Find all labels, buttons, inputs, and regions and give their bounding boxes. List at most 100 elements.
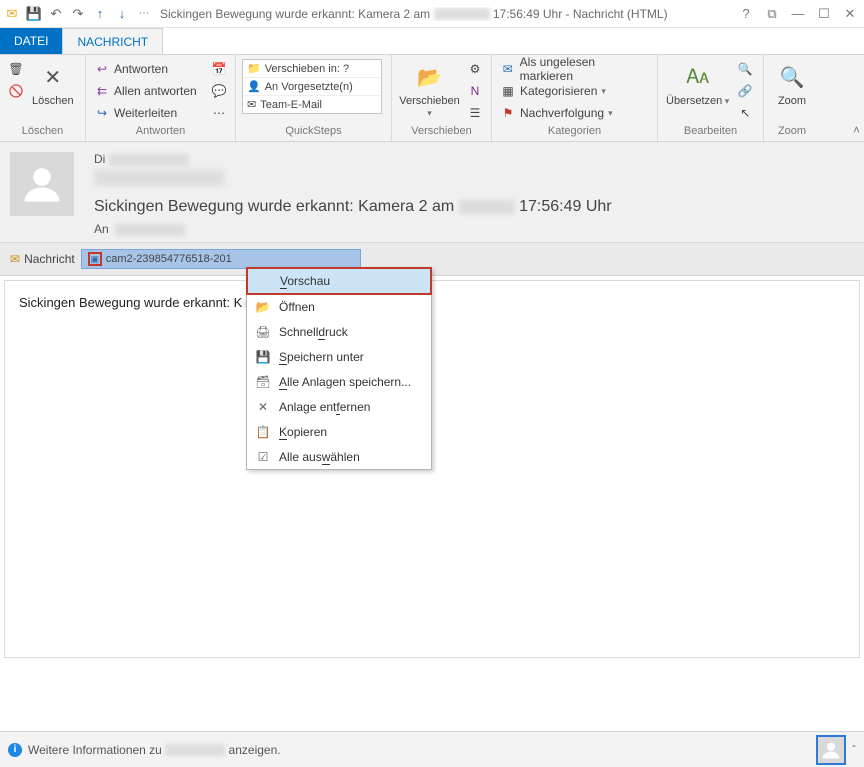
save-icon[interactable]: 💾: [24, 4, 44, 24]
close-button[interactable]: ✕: [838, 4, 862, 24]
junk-button[interactable]: 🚫: [6, 81, 26, 101]
quickstep-move[interactable]: 📁Verschieben in: ?: [243, 60, 381, 78]
attachment-tab[interactable]: ✉Nachricht: [10, 252, 75, 266]
move-folder-icon: 📂: [414, 61, 446, 93]
window-title: Sickingen Bewegung wurde erkannt: Kamera…: [154, 7, 734, 21]
forward-button[interactable]: ↪Weiterleiten: [92, 103, 205, 123]
ribbon-collapse-icon[interactable]: ˄: [853, 123, 860, 137]
ctx-save-all[interactable]: 🗃Alle Anlagen speichern...: [247, 369, 431, 394]
qat-more-icon[interactable]: ⋯: [134, 4, 154, 24]
select-button[interactable]: ↖: [735, 103, 755, 123]
cursor-icon: ↖: [737, 105, 753, 121]
group-tags: ✉Als ungelesen markieren ▦Kategorisieren…: [492, 55, 658, 141]
undo-icon[interactable]: ↶: [46, 4, 66, 24]
find-button[interactable]: 🔍: [735, 59, 755, 79]
attachment-file-icon: ▣: [88, 252, 102, 266]
more-icon: ⋯: [211, 105, 227, 121]
mark-unread-button[interactable]: ✉Als ungelesen markieren: [498, 59, 651, 79]
people-pane-toggle-icon[interactable]: ˆ: [852, 743, 856, 757]
tab-file[interactable]: DATEI: [0, 28, 62, 54]
status-text[interactable]: Weitere Informationen zu anzeigen.: [28, 743, 281, 757]
open-icon: 📂: [255, 299, 271, 315]
message-header: Di Sickingen Bewegung wurde erkannt: Kam…: [0, 142, 864, 243]
quickstep-team[interactable]: ✉Team-E-Mail: [243, 96, 381, 113]
folder-icon: 📁: [247, 62, 261, 75]
sent-line: Di: [94, 152, 854, 166]
help-icon[interactable]: ?: [734, 4, 758, 24]
onenote-icon: N: [467, 83, 483, 99]
mail-small-icon: ✉: [10, 252, 20, 266]
im-button[interactable]: 💬: [209, 81, 229, 101]
quickstep-manager[interactable]: 👤An Vorgesetzte(n): [243, 78, 381, 96]
reply-icon: ↩: [94, 61, 110, 77]
reply-all-button[interactable]: ⇇Allen antworten: [92, 81, 205, 101]
move-button[interactable]: 📂 Verschieben: [398, 59, 461, 121]
reply-button[interactable]: ↩Antworten: [92, 59, 205, 79]
window-controls: ? ⧉ — ☐ ✕: [734, 4, 862, 24]
group-zoom: 🔍 Zoom Zoom: [764, 55, 820, 141]
group-respond: ↩Antworten ⇇Allen antworten ↪Weiterleite…: [86, 55, 236, 141]
zoom-button[interactable]: 🔍 Zoom: [770, 59, 814, 109]
ignore-button[interactable]: 🗑: [6, 59, 26, 79]
print-icon: 🖨: [255, 324, 271, 340]
im-icon: 💬: [211, 83, 227, 99]
select-all-icon: ☑: [255, 449, 271, 465]
attachment-filename: cam2-239854776518-201: [106, 253, 232, 265]
ribbon: 🗑 🚫 ✕ Löschen Löschen ↩Antworten ⇇Allen …: [0, 54, 864, 142]
redo-icon[interactable]: ↷: [68, 4, 88, 24]
group-quicksteps: 📁Verschieben in: ? 👤An Vorgesetzte(n) ✉T…: [236, 55, 392, 141]
ribbon-tabs: DATEI NACHRICHT: [0, 28, 864, 54]
save-all-icon: 🗃: [255, 374, 271, 390]
delete-button[interactable]: ✕ Löschen: [30, 59, 76, 109]
ignore-icon: 🗑: [8, 61, 24, 77]
next-item-icon[interactable]: ↓: [112, 4, 132, 24]
remove-icon: ✕: [255, 399, 271, 415]
quicksteps-gallery[interactable]: 📁Verschieben in: ? 👤An Vorgesetzte(n) ✉T…: [242, 59, 382, 114]
ctx-save-as[interactable]: 💾Speichern unter: [247, 344, 431, 369]
save-icon: 💾: [255, 349, 271, 365]
mail-icon: ✉: [247, 98, 256, 111]
find-icon: 🔍: [737, 61, 753, 77]
group-delete-label: Löschen: [6, 125, 79, 139]
actions-icon: ☰: [467, 105, 483, 121]
categorize-button[interactable]: ▦Kategorisieren: [498, 81, 651, 101]
rules-button[interactable]: ⚙: [465, 59, 485, 79]
ctx-select-all[interactable]: ☑Alle auswählen: [247, 444, 431, 469]
forward-icon: ↪: [94, 105, 110, 121]
ctx-quickprint[interactable]: 🖨Schnelldruck: [247, 319, 431, 344]
followup-button[interactable]: ⚑Nachverfolgung: [498, 103, 651, 123]
group-zoom-label: Zoom: [770, 125, 814, 139]
actions-button[interactable]: ☰: [465, 103, 485, 123]
ctx-preview[interactable]: Vorschau: [246, 267, 432, 295]
ctx-open[interactable]: 📂Öffnen: [247, 294, 431, 319]
copy-icon: 📋: [255, 424, 271, 440]
onenote-button[interactable]: N: [465, 81, 485, 101]
group-edit-label: Bearbeiten: [664, 125, 757, 139]
more-respond-button[interactable]: ⋯: [209, 103, 229, 123]
ctx-remove[interactable]: ✕Anlage entfernen: [247, 394, 431, 419]
meeting-icon: 📅: [211, 61, 227, 77]
info-icon[interactable]: i: [8, 743, 22, 757]
title-bar: ✉ 💾 ↶ ↷ ↑ ↓ ⋯ Sickingen Bewegung wurde e…: [0, 0, 864, 28]
minimize-button[interactable]: —: [786, 4, 810, 24]
attachment-chip[interactable]: ▣ cam2-239854776518-201: [81, 249, 361, 269]
to-line: An: [94, 222, 854, 236]
reply-all-icon: ⇇: [94, 83, 110, 99]
related-button[interactable]: 🔗: [735, 81, 755, 101]
prev-item-icon[interactable]: ↑: [90, 4, 110, 24]
related-icon: 🔗: [737, 83, 753, 99]
attachment-row: ✉Nachricht ▣ cam2-239854776518-201: [0, 243, 864, 276]
meeting-button[interactable]: 📅: [209, 59, 229, 79]
tab-message[interactable]: NACHRICHT: [62, 28, 163, 54]
quick-access-toolbar: ✉ 💾 ↶ ↷ ↑ ↓ ⋯: [2, 4, 154, 24]
person-icon: 👤: [247, 80, 261, 93]
group-move-label: Verschieben: [398, 125, 485, 139]
people-pane-avatar[interactable]: [816, 735, 846, 765]
ctx-copy[interactable]: 📋Kopieren: [247, 419, 431, 444]
maximize-button[interactable]: ☐: [812, 4, 836, 24]
translate-button[interactable]: 🗛 Übersetzen: [664, 59, 731, 109]
translate-icon: 🗛: [682, 61, 714, 93]
group-respond-label: Antworten: [92, 125, 229, 139]
ribbon-options-icon[interactable]: ⧉: [760, 4, 784, 24]
sender-avatar: [10, 152, 74, 216]
